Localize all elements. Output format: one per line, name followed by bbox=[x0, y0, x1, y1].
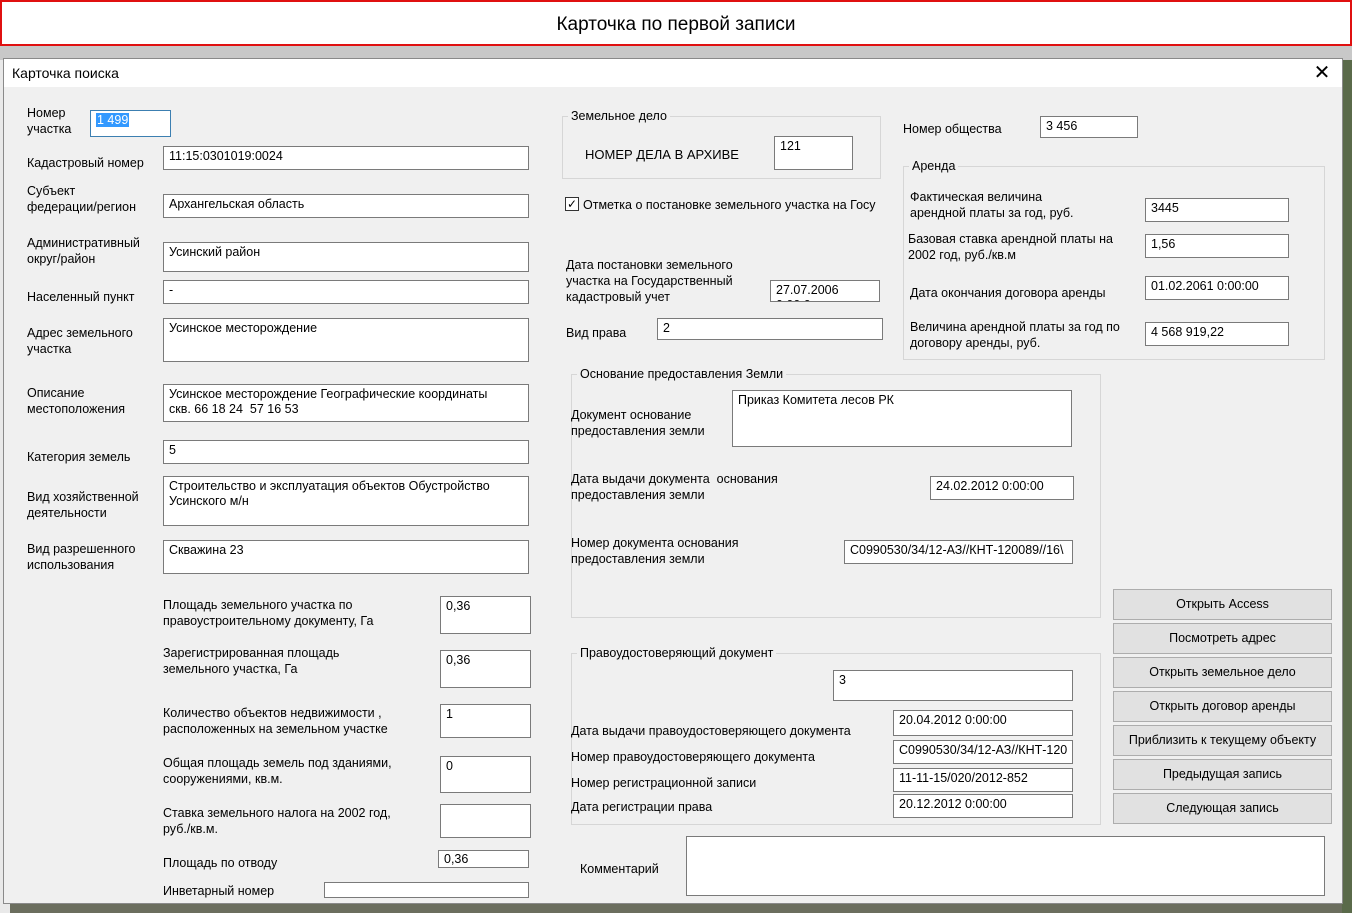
location-field[interactable]: Усинское месторождение Географические ко… bbox=[163, 384, 529, 422]
registration-checkbox-label: Отметка о постановке земельного участка … bbox=[583, 198, 876, 212]
rent-end-label: Дата окончания договора аренды bbox=[910, 286, 1106, 300]
reg-record-label: Номер регистрационной записи bbox=[571, 776, 757, 790]
parcel-number-value: 1 499 bbox=[96, 113, 130, 127]
society-field[interactable]: 3 456 bbox=[1040, 116, 1138, 138]
basis-num-label: Номер документа основания предоставления… bbox=[571, 536, 739, 566]
title-doc-title: Правоудостоверяющий документ bbox=[577, 646, 777, 660]
rent-base-field[interactable]: 1,56 bbox=[1145, 234, 1289, 258]
parcel-number-field[interactable]: 1 499 bbox=[90, 110, 171, 137]
archive-field[interactable]: 121 bbox=[774, 136, 853, 170]
basis-date-field[interactable]: 24.02.2012 0:00:00 bbox=[930, 476, 1074, 500]
location-label: Описание местоположения bbox=[27, 386, 125, 416]
reg-record-field[interactable]: 11-11-15/020/2012-852 bbox=[893, 768, 1073, 792]
rent-end-field[interactable]: 01.02.2061 0:00:00 bbox=[1145, 276, 1289, 300]
basis-doc-field[interactable]: Приказ Комитета лесов РК bbox=[732, 390, 1072, 447]
rent-contract-field[interactable]: 4 568 919,22 bbox=[1145, 322, 1289, 346]
address-field[interactable]: Усинское месторождение bbox=[163, 318, 529, 362]
registration-date-label: Дата постановки земельного участка на Го… bbox=[566, 258, 733, 304]
area-doc-field[interactable]: 0,36 bbox=[440, 596, 531, 634]
title-issue-field[interactable]: 20.04.2012 0:00:00 bbox=[893, 710, 1073, 736]
parcel-number-label: Номер участка bbox=[27, 106, 72, 136]
banner-title: Карточка по первой записи bbox=[556, 14, 796, 35]
rent-actual-field[interactable]: 3445 bbox=[1145, 198, 1289, 222]
activity-label: Вид хозяйственной деятельности bbox=[27, 490, 139, 520]
subject-label: Субъект федерации/регион bbox=[27, 184, 137, 214]
comment-field[interactable] bbox=[686, 836, 1325, 896]
objects-label: Количество объектов недвижимости , распо… bbox=[163, 706, 388, 736]
zoom-to-object-button[interactable]: Приблизить к текущему объекту bbox=[1113, 725, 1332, 756]
title-num-label: Номер правоудостоверяющего документа bbox=[571, 750, 815, 764]
basis-doc-label: Документ основание предоставления земли bbox=[571, 408, 705, 438]
title-doc-field[interactable]: 3 bbox=[833, 670, 1073, 701]
close-icon[interactable]: ✕ bbox=[1306, 60, 1338, 86]
buildings-field[interactable]: 0 bbox=[440, 756, 531, 793]
registration-date-field[interactable]: 27.07.2006 0:00:0 bbox=[770, 280, 880, 302]
objects-field[interactable]: 1 bbox=[440, 704, 531, 738]
locality-label: Населенный пункт bbox=[27, 290, 135, 304]
category-label: Категория земель bbox=[27, 450, 131, 464]
reg-date-field[interactable]: 20.12.2012 0:00:00 bbox=[893, 794, 1073, 818]
next-record-button[interactable]: Следующая запись bbox=[1113, 793, 1332, 824]
activity-field[interactable]: Строительство и эксплуатация объектов Об… bbox=[163, 476, 529, 526]
district-field[interactable]: Усинский район bbox=[163, 242, 529, 272]
basis-title: Основание предоставления Земли bbox=[577, 367, 787, 381]
rent-base-label: Базовая ставка арендной платы на 2002 го… bbox=[908, 232, 1113, 262]
previous-record-button[interactable]: Предыдущая запись bbox=[1113, 759, 1332, 790]
area-reg-label: Зарегистрированная площадь земельного уч… bbox=[163, 646, 340, 676]
buildings-label: Общая площадь земель под зданиями, соору… bbox=[163, 756, 392, 786]
cadastral-label: Кадастровый номер bbox=[27, 156, 144, 170]
allot-label: Площадь по отводу bbox=[163, 856, 278, 870]
locality-field[interactable]: - bbox=[163, 280, 529, 304]
right-type-label: Вид права bbox=[566, 326, 627, 340]
rent-title: Аренда bbox=[909, 159, 959, 173]
open-access-button[interactable]: Открыть Access bbox=[1113, 589, 1332, 620]
basis-num-field[interactable]: С0990530/34/12-АЗ//КНТ-120089//16\ bbox=[844, 540, 1073, 564]
background-map bbox=[1342, 60, 1352, 913]
tax-field[interactable] bbox=[440, 804, 531, 838]
area-reg-field[interactable]: 0,36 bbox=[440, 650, 531, 688]
society-label: Номер общества bbox=[903, 122, 1002, 136]
view-address-button[interactable]: Посмотреть адрес bbox=[1113, 623, 1332, 654]
inventory-label: Инветарный номер bbox=[163, 884, 275, 898]
permitted-label: Вид разрешенного использования bbox=[27, 542, 136, 572]
district-label: Административный округ/район bbox=[27, 236, 140, 266]
registration-checkbox[interactable]: ✓ bbox=[565, 197, 579, 211]
reg-date-label: Дата регистрации права bbox=[571, 800, 713, 814]
cadastral-field[interactable]: 11:15:0301019:0024 bbox=[163, 146, 529, 170]
inventory-field[interactable] bbox=[324, 882, 529, 898]
basis-date-label: Дата выдачи документа основания предоста… bbox=[571, 472, 778, 502]
title-bar bbox=[4, 59, 1342, 87]
open-rent-contract-button[interactable]: Открыть договор аренды bbox=[1113, 691, 1332, 722]
rent-contract-label: Величина арендной платы за год по догово… bbox=[910, 320, 1120, 350]
right-type-field[interactable]: 2 bbox=[657, 318, 883, 340]
land-case-title: Земельное дело bbox=[568, 109, 670, 123]
rent-actual-label: Фактическая величина арендной платы за г… bbox=[910, 190, 1074, 220]
area-doc-label: Площадь земельного участка по правоустро… bbox=[163, 598, 374, 628]
title-issue-label: Дата выдачи правоудостоверяющего докумен… bbox=[571, 724, 851, 738]
subject-field[interactable]: Архангельская область bbox=[163, 194, 529, 218]
window-title: Карточка поиска bbox=[12, 65, 119, 81]
category-field[interactable]: 5 bbox=[163, 440, 529, 464]
archive-label: НОМЕР ДЕЛА В АРХИВЕ bbox=[585, 147, 739, 162]
comment-label: Комментарий bbox=[580, 862, 659, 876]
open-land-case-button[interactable]: Открыть земельное дело bbox=[1113, 657, 1332, 688]
permitted-field[interactable]: Скважина 23 bbox=[163, 540, 529, 574]
title-num-field[interactable]: С0990530/34/12-АЗ//КНТ-120 bbox=[893, 740, 1073, 764]
tax-label: Ставка земельного налога на 2002 год, ру… bbox=[163, 806, 391, 836]
allot-field[interactable]: 0,36 bbox=[438, 850, 529, 868]
address-label: Адрес земельного участка bbox=[27, 326, 133, 356]
